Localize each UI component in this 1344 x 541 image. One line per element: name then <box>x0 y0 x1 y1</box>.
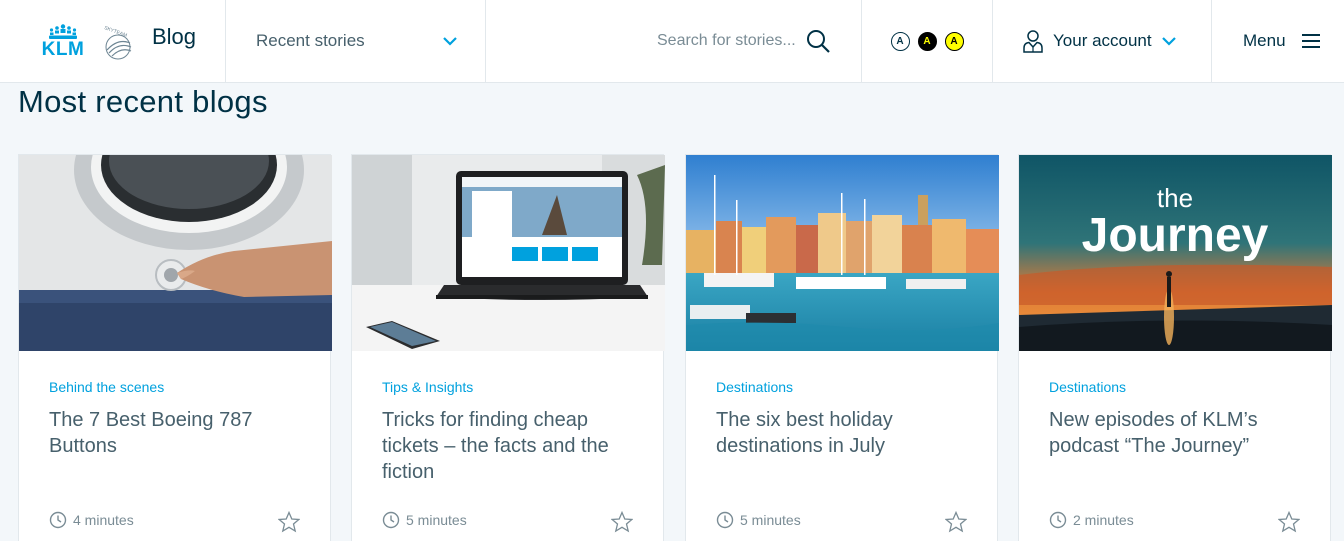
klm-logo[interactable]: KLM <box>30 23 96 60</box>
blog-label: Blog <box>152 24 197 49</box>
brand-area[interactable]: KLM SKYTEAM Blog <box>0 0 226 82</box>
card-image-harbour <box>686 155 999 351</box>
chevron-down-icon <box>443 36 457 46</box>
top-navigation-bar: KLM SKYTEAM Blog Recent stories A A A <box>0 0 1344 83</box>
card-title[interactable]: The six best holiday destinations in Jul… <box>716 407 967 459</box>
card-read-time: 5 minutes <box>716 511 801 529</box>
read-time-label: 5 minutes <box>740 512 801 528</box>
user-icon <box>1023 30 1043 53</box>
search-input[interactable] <box>657 32 797 50</box>
card-category[interactable]: Behind the scenes <box>49 379 300 395</box>
contrast-normal-button[interactable]: A <box>890 31 910 51</box>
card-read-time: 5 minutes <box>382 511 467 529</box>
your-account-button[interactable]: Your account <box>993 0 1212 82</box>
blog-card[interactable]: the Journey Destinations New episodes of… <box>1018 154 1332 541</box>
clock-icon <box>49 511 67 529</box>
search-area <box>486 0 862 82</box>
clock-icon <box>382 511 400 529</box>
chevron-down-icon <box>1161 36 1176 46</box>
skyteam-logo-icon: SKYTEAM <box>103 26 132 60</box>
contrast-dark-button[interactable]: A <box>917 31 937 51</box>
card-title[interactable]: New episodes of KLM’s podcast “The Journ… <box>1049 407 1300 459</box>
account-label: Your account <box>1053 31 1152 50</box>
card-title[interactable]: Tricks for finding cheap tickets – the f… <box>382 407 633 485</box>
card-category[interactable]: Destinations <box>716 379 967 395</box>
blog-card-list: Behind the scenes The 7 Best Boeing 787 … <box>18 154 1344 541</box>
dropdown-label: Recent stories <box>256 31 365 50</box>
blog-card[interactable]: Tips & Insights Tricks for finding cheap… <box>351 154 665 541</box>
podcast-art-word-journey: Journey <box>1082 209 1269 262</box>
favorite-star-icon[interactable] <box>945 511 967 533</box>
favorite-star-icon[interactable] <box>1278 511 1300 533</box>
recent-stories-dropdown[interactable]: Recent stories <box>226 0 486 82</box>
card-read-time: 4 minutes <box>49 511 134 529</box>
favorite-star-icon[interactable] <box>278 511 300 533</box>
clock-icon <box>716 511 734 529</box>
card-image-laptop <box>352 155 665 351</box>
menu-label: Menu <box>1243 31 1286 50</box>
search-icon[interactable] <box>805 28 831 54</box>
menu-button[interactable]: Menu <box>1212 0 1344 82</box>
clock-icon <box>1049 511 1067 529</box>
contrast-yellow-button[interactable]: A <box>944 31 964 51</box>
read-time-label: 2 minutes <box>1073 512 1134 528</box>
card-category[interactable]: Destinations <box>1049 379 1300 395</box>
blog-card[interactable]: Behind the scenes The 7 Best Boeing 787 … <box>18 154 332 541</box>
card-category[interactable]: Tips & Insights <box>382 379 633 395</box>
search-box <box>657 28 831 54</box>
klm-crown-icon <box>49 23 77 39</box>
card-title[interactable]: The 7 Best Boeing 787 Buttons <box>49 407 300 459</box>
hamburger-menu-icon <box>1301 34 1320 48</box>
page-title: Most recent blogs <box>18 84 268 119</box>
klm-wordmark: KLM <box>41 38 85 60</box>
card-image-podcast-artwork: the Journey <box>1019 155 1332 351</box>
blog-card[interactable]: Destinations The six best holiday destin… <box>685 154 999 541</box>
card-read-time: 2 minutes <box>1049 511 1134 529</box>
read-time-label: 5 minutes <box>406 512 467 528</box>
skyteam-wordmark: SKYTEAM <box>103 26 128 39</box>
favorite-star-icon[interactable] <box>611 511 633 533</box>
card-image-aircraft-window <box>19 155 332 351</box>
read-time-label: 4 minutes <box>73 512 134 528</box>
accessibility-contrast-controls: A A A <box>862 0 993 82</box>
